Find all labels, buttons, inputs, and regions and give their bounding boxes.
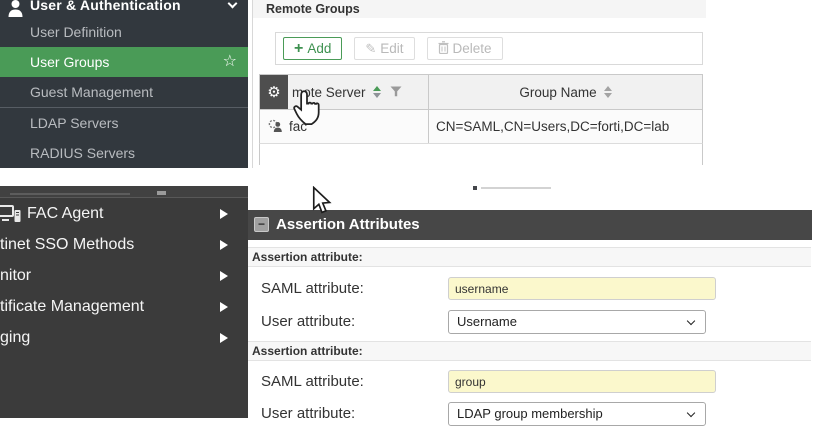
sidebar-header-user-authentication[interactable]: User & Authentication (0, 0, 248, 17)
saml-attribute-label: SAML attribute: (261, 280, 364, 297)
user-attribute-select[interactable]: Username (448, 310, 706, 334)
sidebar-item-label: LDAP Servers (30, 115, 118, 131)
sidebar-item-label: User Groups (30, 54, 109, 70)
sidebar-item-label: User Definition (30, 24, 122, 40)
assertion-attributes-panel: − Assertion Attributes Assertion attribu… (248, 186, 812, 437)
panel-title-strip: Remote Groups (253, 0, 706, 18)
hand-cursor-icon (292, 89, 322, 132)
bottom-sidebar: FAC Agent tinet SSO Methods nitor tifica… (0, 186, 248, 418)
assertion-attribute-group-header: Assertion attribute: (248, 341, 811, 361)
selected-option-label: Username (457, 314, 517, 329)
menu-item-label: nitor (0, 267, 31, 285)
cutoff-text-remnant (10, 193, 130, 195)
menu-item-logging[interactable]: ging (0, 322, 248, 353)
screen: User & Authentication User Definition Us… (0, 0, 827, 437)
user-attribute-select[interactable]: LDAP group membership (448, 402, 706, 426)
edit-button-label: Edit (380, 41, 403, 56)
submenu-arrow-icon (220, 333, 228, 343)
cut-off-menu-row (0, 186, 248, 198)
table-empty-area (259, 144, 703, 165)
submenu-arrow-icon (220, 302, 228, 312)
cell-remote-server: fac (260, 110, 428, 143)
chevron-down-icon (687, 409, 695, 417)
group-header-label: Assertion attribute: (252, 344, 363, 358)
sidebar-item-user-definition[interactable]: User Definition (0, 17, 248, 47)
arrow-cursor-icon (312, 186, 332, 221)
assertion-attribute-group-header: Assertion attribute: (248, 247, 811, 267)
column-label: Group Name (519, 85, 596, 100)
submenu-arrow-icon (220, 240, 228, 250)
add-button[interactable]: + Add (283, 37, 342, 60)
remote-groups-toolbar: + Add ✎ Edit Delete (275, 32, 703, 65)
table-row[interactable]: fac CN=SAML,CN=Users,DC=forti,DC=lab (259, 110, 703, 144)
menu-item-certificate-management[interactable]: tificate Management (0, 291, 248, 322)
sidebar-item-radius-servers[interactable]: RADIUS Servers (0, 138, 248, 168)
saml-attribute-label: SAML attribute: (261, 373, 364, 390)
group-header-label: Assertion attribute: (252, 250, 363, 264)
chevron-down-icon (228, 0, 238, 8)
remote-user-icon (268, 119, 283, 135)
sidebar-item-label: RADIUS Servers (30, 145, 135, 161)
cutoff-text-remnant (473, 186, 477, 190)
menu-item-label: ging (0, 329, 30, 347)
panel-title: Remote Groups (266, 0, 360, 18)
gear-icon: ⚙ (267, 83, 280, 101)
column-header-group-name[interactable]: Group Name (428, 75, 702, 109)
pencil-icon: ✎ (365, 41, 376, 57)
filter-funnel-icon[interactable] (390, 85, 402, 100)
sidebar-item-ldap-servers[interactable]: LDAP Servers (0, 108, 248, 138)
table-header-row: ⚙ mote Server Group Name (259, 74, 703, 110)
submenu-arrow-icon (220, 271, 228, 281)
edit-button[interactable]: ✎ Edit (354, 37, 414, 60)
saml-attribute-input[interactable] (448, 370, 716, 393)
delete-button[interactable]: Delete (427, 37, 503, 60)
section-title: Assertion Attributes (276, 210, 420, 240)
menu-item-fac-agent[interactable]: FAC Agent (0, 198, 248, 229)
user-icon (7, 0, 24, 17)
menu-item-label: FAC Agent (27, 205, 104, 223)
user-attribute-label: User attribute: (261, 405, 355, 422)
assertion-attributes-section-bar: − Assertion Attributes (248, 210, 812, 240)
fac-agent-icon (0, 205, 22, 228)
sort-arrows-icon[interactable] (373, 86, 381, 98)
submenu-arrow-icon (220, 209, 228, 219)
column-settings-gear-button[interactable]: ⚙ (260, 75, 288, 109)
cutoff-text-remnant (481, 187, 551, 189)
content-left-border (252, 0, 253, 168)
menu-item-fortinet-sso-methods[interactable]: tinet SSO Methods (0, 229, 248, 260)
sidebar-header-label: User & Authentication (30, 0, 181, 14)
sidebar-item-label: Guest Management (30, 84, 153, 100)
delete-button-label: Delete (453, 41, 492, 56)
sidebar-item-user-groups[interactable]: User Groups ☆ (0, 47, 248, 77)
sort-arrows-icon[interactable] (604, 86, 612, 98)
remote-groups-table: ⚙ mote Server Group Name (259, 74, 703, 165)
plus-icon: + (294, 41, 303, 57)
menu-item-label: tinet SSO Methods (0, 236, 134, 254)
collapse-minus-button[interactable]: − (254, 217, 269, 232)
saml-attribute-input[interactable] (448, 277, 716, 300)
menu-item-monitor[interactable]: nitor (0, 260, 248, 291)
group-name-value: CN=SAML,CN=Users,DC=forti,DC=lab (436, 119, 669, 134)
cutoff-chevron-remnant (157, 191, 166, 195)
add-button-label: Add (307, 41, 331, 56)
sidebar-item-guest-management[interactable]: Guest Management (0, 77, 248, 107)
trash-icon (438, 41, 449, 57)
top-sidebar: User & Authentication User Definition Us… (0, 0, 248, 168)
user-attribute-label: User attribute: (261, 313, 355, 330)
chevron-down-icon (687, 317, 695, 325)
selected-option-label: LDAP group membership (457, 406, 603, 421)
favorite-star-icon[interactable]: ☆ (223, 47, 237, 77)
cell-group-name: CN=SAML,CN=Users,DC=forti,DC=lab (428, 110, 702, 143)
menu-item-label: tificate Management (0, 298, 144, 316)
